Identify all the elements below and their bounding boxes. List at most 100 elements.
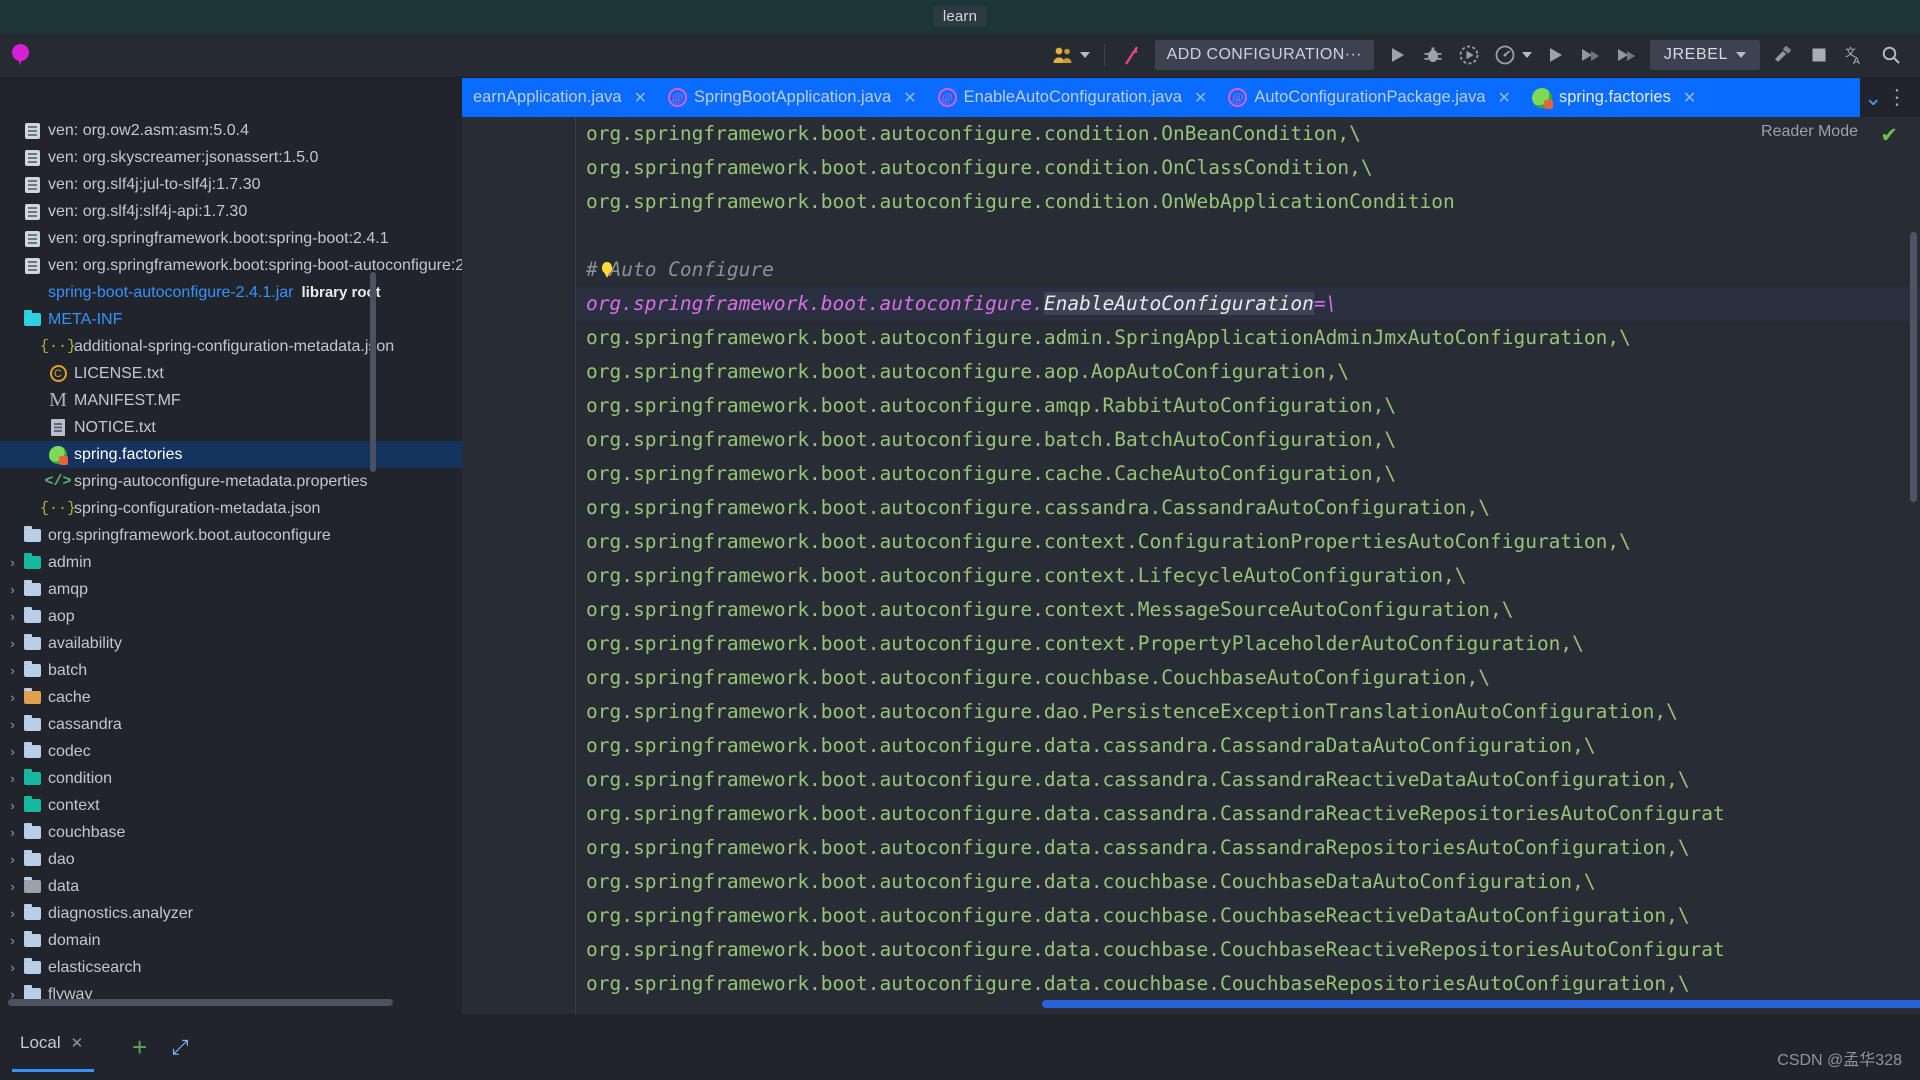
code-line[interactable]: 16org.springframework.boot.autoconfigure… (576, 117, 1920, 151)
code-line[interactable]: 35org.springframework.boot.autoconfigure… (576, 763, 1920, 797)
code-line[interactable]: 26org.springframework.boot.autoconfigure… (576, 457, 1920, 491)
tree-item[interactable]: ven: org.ow2.asm:asm:5.0.4 (0, 117, 462, 144)
tree-item[interactable]: {··}additional-spring-configuration-meta… (0, 333, 462, 360)
close-icon[interactable]: ✕ (1498, 88, 1511, 108)
code-line[interactable]: 19 (576, 219, 1920, 253)
editor-horizontal-scrollbar[interactable] (1042, 1000, 1920, 1008)
tab-local[interactable]: Local ✕ (14, 1028, 89, 1058)
editor-tabs[interactable]: earnApplication.java✕@SpringBootApplicat… (462, 78, 1920, 117)
editor-tab-0[interactable]: earnApplication.java✕ (462, 78, 657, 117)
add-configuration-button[interactable]: ADD CONFIGURATION··· (1150, 33, 1379, 78)
close-icon[interactable]: ✕ (634, 88, 647, 108)
translate-button[interactable]: 文A (1837, 33, 1873, 78)
tab-scroll-down-icon[interactable]: ⌄ (1864, 85, 1882, 111)
tree-item[interactable]: ›data (0, 873, 462, 900)
tree-item[interactable]: ›cassandra (0, 711, 462, 738)
close-icon[interactable]: ✕ (71, 1034, 84, 1052)
tree-item[interactable]: spring.factories (0, 441, 462, 468)
close-icon[interactable]: ✕ (903, 88, 916, 108)
editor-tab-2[interactable]: @EnableAutoConfiguration.java✕ (927, 78, 1218, 117)
code-line[interactable]: 34org.springframework.boot.autoconfigure… (576, 729, 1920, 763)
chevron-right-icon[interactable]: › (4, 798, 21, 813)
project-tree-panel[interactable]: ven: org.ow2.asm:asm:5.0.4ven: org.skysc… (0, 117, 462, 1014)
code-line[interactable]: 36org.springframework.boot.autoconfigure… (576, 797, 1920, 831)
build-button[interactable] (1765, 33, 1801, 78)
tree-item[interactable]: ›couchbase (0, 819, 462, 846)
chevron-right-icon[interactable]: › (4, 636, 21, 651)
code-line[interactable]: 22org.springframework.boot.autoconfigure… (576, 321, 1920, 355)
code-line[interactable]: 38org.springframework.boot.autoconfigure… (576, 865, 1920, 899)
branch-button[interactable] (1114, 33, 1150, 78)
intention-bulb-icon[interactable] (600, 262, 614, 279)
code-line[interactable]: 32org.springframework.boot.autoconfigure… (576, 661, 1920, 695)
code-line[interactable]: 21org.springframework.boot.autoconfigure… (576, 287, 1920, 321)
jrebel-profile-button[interactable] (1609, 33, 1645, 78)
code-editor[interactable]: 16org.springframework.boot.autoconfigure… (462, 117, 1920, 1014)
chevron-right-icon[interactable]: › (4, 717, 21, 732)
tree-item[interactable]: ven: org.springframework.boot:spring-boo… (0, 252, 462, 279)
code-line[interactable]: 40org.springframework.boot.autoconfigure… (576, 933, 1920, 967)
tree-item[interactable]: ›availability (0, 630, 462, 657)
code-line[interactable]: 29org.springframework.boot.autoconfigure… (576, 559, 1920, 593)
tree-item[interactable]: spring-boot-autoconfigure-2.4.1.jarlibra… (0, 279, 462, 306)
tree-item[interactable]: ›cache (0, 684, 462, 711)
project-tree[interactable]: ven: org.ow2.asm:asm:5.0.4ven: org.skysc… (0, 117, 462, 1008)
inspection-check-icon[interactable]: ✔ (1880, 123, 1898, 148)
debug-button[interactable] (1415, 33, 1451, 78)
tree-item[interactable]: META-INF (0, 306, 462, 333)
tree-item[interactable]: CLICENSE.txt (0, 360, 462, 387)
tree-item[interactable]: ›context (0, 792, 462, 819)
tree-item[interactable]: org.springframework.boot.autoconfigure (0, 522, 462, 549)
code-line[interactable]: 25org.springframework.boot.autoconfigure… (576, 423, 1920, 457)
code-line[interactable]: 37org.springframework.boot.autoconfigure… (576, 831, 1920, 865)
tab-more-vertical-icon[interactable]: ⋮ (1886, 85, 1906, 110)
tree-item[interactable]: ›amqp (0, 576, 462, 603)
chevron-right-icon[interactable]: › (4, 555, 21, 570)
close-icon[interactable]: ✕ (1194, 88, 1207, 108)
code-line[interactable]: 27org.springframework.boot.autoconfigure… (576, 491, 1920, 525)
code-line[interactable]: 31org.springframework.boot.autoconfigure… (576, 627, 1920, 661)
chevron-right-icon[interactable]: › (4, 771, 21, 786)
code-line[interactable]: 17org.springframework.boot.autoconfigure… (576, 151, 1920, 185)
editor-tab-3[interactable]: @AutoConfigurationPackage.java✕ (1217, 78, 1521, 117)
chevron-right-icon[interactable]: › (4, 609, 21, 624)
sidebar-vertical-scrollbar[interactable] (370, 272, 376, 472)
code-line[interactable]: 20# Auto Configure (576, 253, 1920, 287)
editor-tab-1[interactable]: @SpringBootApplication.java✕ (657, 78, 927, 117)
chevron-right-icon[interactable]: › (4, 879, 21, 894)
tree-item[interactable]: ven: org.slf4j:slf4j-api:1.7.30 (0, 198, 462, 225)
tree-item[interactable]: NOTICE.txt (0, 414, 462, 441)
tree-item[interactable]: ›dao (0, 846, 462, 873)
editor-gutter[interactable] (462, 117, 575, 1014)
tree-item[interactable]: </>spring-autoconfigure-metadata.propert… (0, 468, 462, 495)
tree-item[interactable]: ›batch (0, 657, 462, 684)
code-line[interactable]: 28org.springframework.boot.autoconfigure… (576, 525, 1920, 559)
chevron-right-icon[interactable]: › (4, 852, 21, 867)
chevron-right-icon[interactable]: › (4, 663, 21, 678)
chevron-right-icon[interactable]: › (4, 744, 21, 759)
jrebel-selector-button[interactable]: JREBEL (1645, 33, 1765, 78)
code-line[interactable]: 23org.springframework.boot.autoconfigure… (576, 355, 1920, 389)
tree-item[interactable]: ›condition (0, 765, 462, 792)
stop-button[interactable] (1801, 33, 1837, 78)
code-line[interactable]: 18org.springframework.boot.autoconfigure… (576, 185, 1920, 219)
editor-tab-4[interactable]: spring.factories✕ (1521, 78, 1706, 117)
close-icon[interactable]: ✕ (1683, 88, 1696, 108)
code-content[interactable]: 16org.springframework.boot.autoconfigure… (576, 117, 1920, 1014)
tree-item[interactable]: ›codec (0, 738, 462, 765)
tree-item[interactable]: ›diagnostics.analyzer (0, 900, 462, 927)
code-line[interactable]: 33org.springframework.boot.autoconfigure… (576, 695, 1920, 729)
jrebel-run-button[interactable] (1537, 33, 1573, 78)
run-button[interactable] (1379, 33, 1415, 78)
chevron-right-icon[interactable]: › (4, 582, 21, 597)
users-button[interactable] (1045, 33, 1095, 78)
search-button[interactable] (1873, 33, 1920, 78)
code-line[interactable]: 24org.springframework.boot.autoconfigure… (576, 389, 1920, 423)
expand-arrows-icon[interactable]: ⤢ (172, 1036, 189, 1060)
profiler-button[interactable] (1487, 33, 1537, 78)
tree-item[interactable]: ›domain (0, 927, 462, 954)
reader-mode-label[interactable]: Reader Mode (1761, 123, 1858, 141)
tree-item[interactable]: ›aop (0, 603, 462, 630)
tree-item[interactable]: MMANIFEST.MF (0, 387, 462, 414)
chevron-right-icon[interactable]: › (4, 906, 21, 921)
